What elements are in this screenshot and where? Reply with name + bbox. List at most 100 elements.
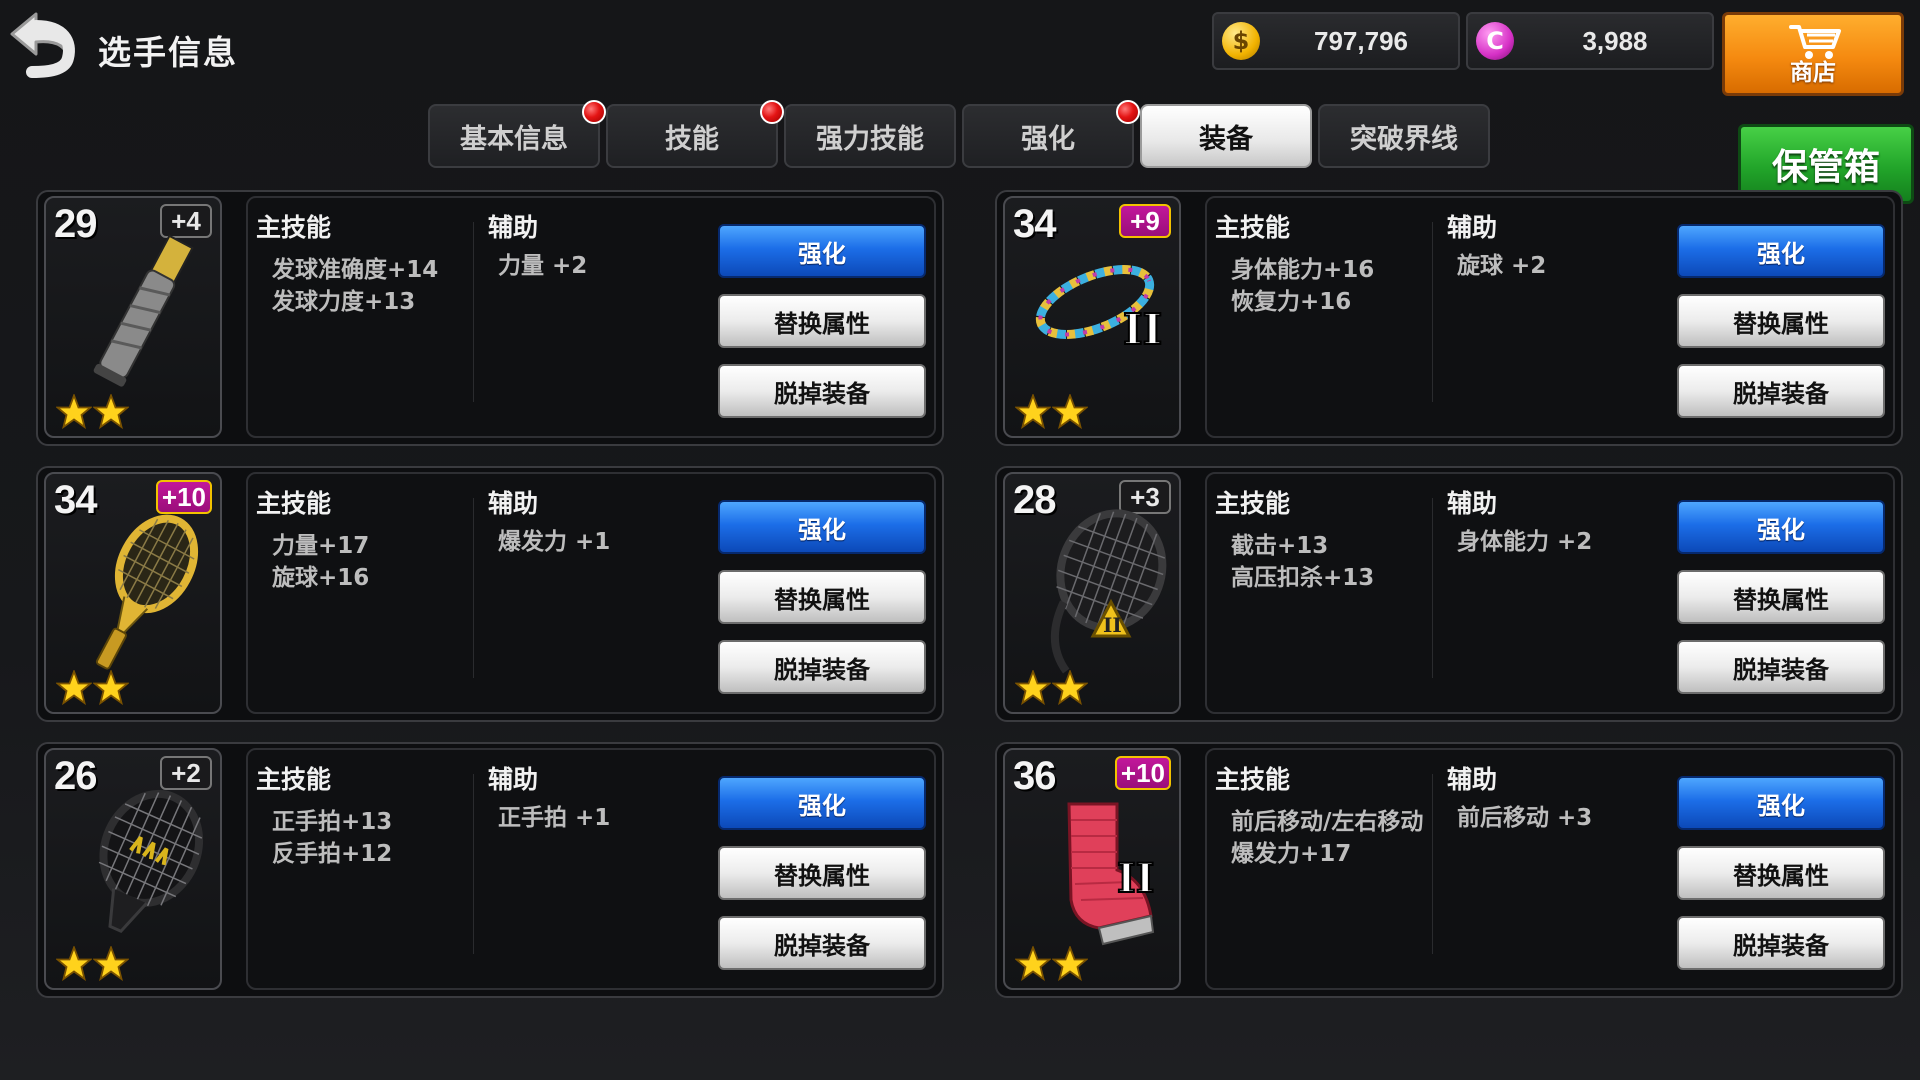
tab-label: 技能 bbox=[665, 123, 719, 155]
main-stat: 发球力度+13 bbox=[272, 289, 416, 315]
main-skill-heading: 主技能 bbox=[256, 213, 332, 242]
enhance-button[interactable]: 强化 bbox=[1677, 776, 1885, 830]
sub-skill-heading: 辅助 bbox=[1447, 213, 1498, 242]
star-rating bbox=[1014, 944, 1090, 984]
main-stat: 高压扣杀+13 bbox=[1231, 565, 1375, 591]
tab-power-skills[interactable]: 强力技能 bbox=[784, 104, 956, 168]
star-rating bbox=[1014, 668, 1090, 708]
sub-stat: 力量 +2 bbox=[498, 253, 588, 279]
column-divider bbox=[473, 222, 474, 402]
main-skill-heading: 主技能 bbox=[1215, 213, 1291, 242]
equipment-card: 26 +2 主技能 正手拍+13 反手拍+12 辅助 正手拍 +1 强化 替换属… bbox=[36, 742, 944, 998]
equipment-slot[interactable]: 34 +9 II bbox=[1003, 196, 1181, 438]
tab-enhance[interactable]: 强化 bbox=[962, 100, 1140, 168]
unequip-button[interactable]: 脱掉装备 bbox=[1677, 364, 1885, 418]
enhance-button[interactable]: 强化 bbox=[718, 224, 926, 278]
star-icon bbox=[92, 668, 131, 706]
tab-break-limit[interactable]: 突破界线 bbox=[1318, 104, 1490, 168]
sub-stat: 正手拍 +1 bbox=[498, 805, 611, 831]
equipment-card: 34 +9 II 主技能 身体能力+16 恢复力+16 辅助 旋球 +2 强化 … bbox=[995, 190, 1903, 446]
stats-panel: 主技能 前后移动/左右移动 爆发力+17 辅助 前后移动 +3 强化 替换属性 … bbox=[1205, 748, 1895, 990]
shop-button[interactable]: 商店 bbox=[1722, 12, 1904, 96]
column-divider bbox=[473, 774, 474, 954]
notification-dot-icon bbox=[760, 100, 784, 124]
enhance-button[interactable]: 强化 bbox=[718, 500, 926, 554]
stats-panel: 主技能 发球准确度+14 发球力度+13 辅助 力量 +2 强化 替换属性 脱掉… bbox=[246, 196, 936, 438]
main-skill-heading: 主技能 bbox=[256, 765, 332, 794]
star-icon bbox=[55, 392, 93, 430]
tab-basic-info[interactable]: 基本信息 bbox=[428, 100, 606, 168]
gold-racket-icon bbox=[95, 514, 199, 670]
gem-currency: C 3,988 bbox=[1466, 12, 1714, 70]
main-stat: 爆发力+17 bbox=[1231, 841, 1352, 867]
equipment-slot[interactable]: 29 +4 bbox=[44, 196, 222, 438]
back-button[interactable] bbox=[6, 6, 84, 78]
enhance-button[interactable]: 强化 bbox=[718, 776, 926, 830]
star-icon bbox=[55, 944, 93, 982]
sub-stat: 前后移动 +3 bbox=[1457, 805, 1593, 831]
star-rating bbox=[55, 944, 131, 984]
sub-stat: 身体能力 +2 bbox=[1457, 529, 1593, 555]
ankle-brace-icon: II bbox=[1067, 802, 1155, 946]
column-divider bbox=[1432, 222, 1433, 402]
star-icon bbox=[1051, 392, 1090, 430]
equipment-card: 36 +10 II 主技能 前后移动/左右移动 爆发力+17 辅助 前后移动 +… bbox=[995, 742, 1903, 998]
sub-skill-heading: 辅助 bbox=[488, 213, 539, 242]
main-stat: 恢复力+16 bbox=[1231, 289, 1352, 315]
equipment-card: 28 +3 II 主技能 截击+13 高压扣杀+13 辅助 身体能力 +2 强化… bbox=[995, 466, 1903, 722]
column-divider bbox=[1432, 498, 1433, 678]
tab-label: 强力技能 bbox=[816, 123, 924, 155]
star-icon bbox=[1014, 668, 1052, 706]
main-stat: 发球准确度+14 bbox=[272, 257, 439, 283]
sub-skill-heading: 辅助 bbox=[1447, 765, 1498, 794]
replace-stats-button[interactable]: 替换属性 bbox=[1677, 846, 1885, 900]
unequip-button[interactable]: 脱掉装备 bbox=[718, 916, 926, 970]
star-icon bbox=[1051, 668, 1090, 706]
unequip-button[interactable]: 脱掉装备 bbox=[1677, 640, 1885, 694]
main-skill-heading: 主技能 bbox=[1215, 765, 1291, 794]
gold-amount: 797,796 bbox=[1314, 25, 1408, 56]
main-stat: 旋球+16 bbox=[272, 565, 370, 591]
column-divider bbox=[473, 498, 474, 678]
stats-panel: 主技能 正手拍+13 反手拍+12 辅助 正手拍 +1 强化 替换属性 脱掉装备 bbox=[246, 748, 936, 990]
main-stat: 力量+17 bbox=[272, 533, 370, 559]
equipment-slot[interactable]: 26 +2 bbox=[44, 748, 222, 990]
shop-label: 商店 bbox=[1790, 60, 1836, 86]
enhance-button[interactable]: 强化 bbox=[1677, 224, 1885, 278]
replace-stats-button[interactable]: 替换属性 bbox=[718, 570, 926, 624]
unequip-button[interactable]: 脱掉装备 bbox=[1677, 916, 1885, 970]
equipment-slot[interactable]: 28 +3 II bbox=[1003, 472, 1181, 714]
gold-coin-icon: $ bbox=[1222, 22, 1260, 60]
unequip-button[interactable]: 脱掉装备 bbox=[718, 640, 926, 694]
equipment-slot[interactable]: 34 +10 bbox=[44, 472, 222, 714]
svg-text:II: II bbox=[1117, 855, 1154, 902]
replace-stats-button[interactable]: 替换属性 bbox=[1677, 294, 1885, 348]
main-stat: 反手拍+12 bbox=[272, 841, 393, 867]
enhance-button[interactable]: 强化 bbox=[1677, 500, 1885, 554]
main-stat: 截击+13 bbox=[1231, 533, 1329, 559]
sub-skill-heading: 辅助 bbox=[488, 765, 539, 794]
equipment-slot[interactable]: 36 +10 II bbox=[1003, 748, 1181, 990]
main-stat: 身体能力+16 bbox=[1231, 257, 1375, 283]
replace-stats-button[interactable]: 替换属性 bbox=[718, 294, 926, 348]
main-stat: 正手拍+13 bbox=[272, 809, 393, 835]
star-icon bbox=[92, 944, 131, 982]
equipment-card: 29 +4 主技能 发球准确度+14 发球力度+13 辅助 力量 +2 强化 替… bbox=[36, 190, 944, 446]
tab-skills[interactable]: 技能 bbox=[606, 100, 784, 168]
gem-amount: 3,988 bbox=[1582, 25, 1648, 56]
column-divider bbox=[1432, 774, 1433, 954]
sub-skill-heading: 辅助 bbox=[488, 489, 539, 518]
replace-stats-button[interactable]: 替换属性 bbox=[718, 846, 926, 900]
replace-stats-button[interactable]: 替换属性 bbox=[1677, 570, 1885, 624]
tab-label: 基本信息 bbox=[460, 123, 568, 155]
stats-panel: 主技能 力量+17 旋球+16 辅助 爆发力 +1 强化 替换属性 脱掉装备 bbox=[246, 472, 936, 714]
unequip-button[interactable]: 脱掉装备 bbox=[718, 364, 926, 418]
sub-stat: 旋球 +2 bbox=[1457, 253, 1547, 279]
star-rating bbox=[1014, 392, 1090, 432]
tab-equipment[interactable]: 装备 bbox=[1140, 104, 1312, 168]
svg-text:II: II bbox=[1123, 305, 1162, 354]
star-icon bbox=[1014, 944, 1052, 982]
gem-coin-icon: C bbox=[1476, 22, 1514, 60]
star-icon bbox=[92, 392, 131, 430]
string-racket-icon bbox=[98, 789, 204, 934]
